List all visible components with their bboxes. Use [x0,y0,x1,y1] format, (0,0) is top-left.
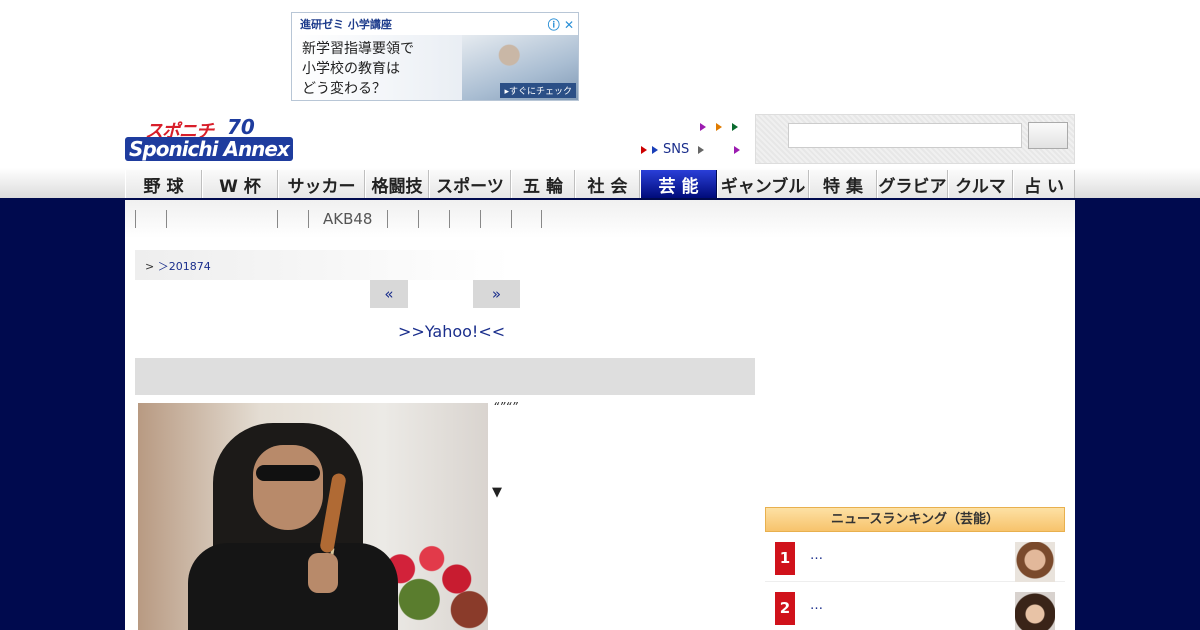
site-logo[interactable]: スポニチ 70 Sponichi Annex [125,115,317,163]
ad-header: 進研ゼミ 小学講座 ⓘ ✕ [292,13,578,35]
ad-line: どう変わる？ [302,81,386,97]
nav-item-baseball[interactable]: 野 球 [125,170,202,198]
mini-links-row [700,123,738,131]
ad-close-icon[interactable]: ⓘ ✕ [548,16,574,33]
nav-item-features[interactable]: 特 集 [809,170,877,198]
logo-anniversary-mark: 70 [227,115,255,139]
nav-item-cars[interactable]: クルマ [948,170,1013,198]
subnav-divider [541,210,542,228]
bullet-icon[interactable] [734,145,741,154]
breadcrumb-separator: > [145,260,155,273]
article-photo[interactable] [138,403,488,630]
rank-thumbnail[interactable] [1015,542,1055,582]
ad-brand: 進研ゼミ 小学講座 [300,18,392,31]
nav-item-society[interactable]: 社 会 [575,170,640,198]
ad-text: 新学習指導要領で 小学校の教育は どう変わる？ [302,39,462,99]
bullet-icon[interactable] [716,123,722,131]
bullet-icon[interactable] [698,145,705,154]
photo-person-face [253,445,323,530]
article-quote: “”“” [493,400,518,414]
subnav-divider [135,210,136,228]
subnav-divider [308,210,309,228]
search-input[interactable] [788,123,1022,148]
ranking-item[interactable]: 1 … [765,532,1065,582]
nav-item-sports[interactable]: スポーツ [429,170,511,198]
ad-line: 新学習指導要領で [302,41,414,57]
bullet-icon[interactable] [732,123,738,131]
logo-bottom-text: Sponichi Annex [125,137,293,161]
subnav-divider [277,210,278,228]
mini-links-row: SNS [641,142,741,157]
nav-item-gambling[interactable]: ギャンブル [717,170,809,198]
ranking-title: ニュースランキング（芸能） [765,507,1065,532]
rank-link[interactable]: … [810,548,823,563]
ad-cta-button[interactable]: ▸すぐにチェック [500,83,576,98]
nav-item-soccer[interactable]: サッカー [278,170,365,198]
bullet-icon[interactable] [700,123,706,131]
subnav-divider [166,210,167,228]
subnav-divider [511,210,512,228]
search-button[interactable] [1028,122,1068,149]
rank-thumbnail[interactable] [1015,592,1055,630]
photo-sunglasses [256,465,320,481]
subnav-item-akb48[interactable]: AKB48 [323,210,372,228]
nav-item-olympics[interactable]: 五 輪 [511,170,575,198]
photo-person-body [188,543,398,630]
bullet-icon[interactable] [641,145,647,154]
ad-line: 小学校の教育は [302,61,400,77]
main-nav: 野 球 W 杯 サッカー 格闘技 スポーツ 五 輪 社 会 芸 能 ギャンブル … [125,170,1075,200]
sub-nav: AKB48 [125,200,1075,238]
subnav-divider [387,210,388,228]
yahoo-link[interactable]: >>Yahoo!<< [398,322,505,341]
page-container: 進研ゼミ 小学講座 ⓘ ✕ 新学習指導要領で 小学校の教育は どう変わる？ ▸す… [125,0,1075,630]
headline-bar [135,358,755,395]
rank-number: 1 [775,542,795,575]
photo-hand [308,553,338,593]
next-article-button[interactable]: » [473,280,520,308]
nav-item-fighting[interactable]: 格闘技 [365,170,429,198]
search-box [755,114,1075,164]
subnav-divider [480,210,481,228]
rank-link[interactable]: … [810,598,823,613]
rank-number: 2 [775,592,795,625]
news-ranking: ニュースランキング（芸能） 1 … 2 … [765,507,1065,630]
ranking-item[interactable]: 2 … [765,582,1065,630]
breadcrumb: > ＞201874 [135,250,511,280]
nav-item-fortune[interactable]: 占 い [1013,170,1075,198]
header-mini-links: SNS [638,120,748,160]
ad-body: 新学習指導要領で 小学校の教育は どう変わる？ ▸すぐにチェック [292,35,578,100]
bullet-icon [652,145,658,154]
subnav-divider [449,210,450,228]
nav-item-entertainment[interactable]: 芸 能 [640,170,717,198]
triangle-down-icon: ▼ [492,485,502,500]
content-area: AKB48 > ＞201874 « » >>Yahoo!<< “”“” ▼ ニュ… [125,200,1075,630]
prev-article-button[interactable]: « [370,280,408,308]
sns-link[interactable]: SNS [663,142,689,157]
subnav-divider [418,210,419,228]
breadcrumb-link[interactable]: ＞201874 [158,260,211,273]
nav-item-gravure[interactable]: グラビア [877,170,948,198]
nav-item-world-cup[interactable]: W 杯 [202,170,278,198]
ad-banner[interactable]: 進研ゼミ 小学講座 ⓘ ✕ 新学習指導要領で 小学校の教育は どう変わる？ ▸す… [291,12,579,101]
